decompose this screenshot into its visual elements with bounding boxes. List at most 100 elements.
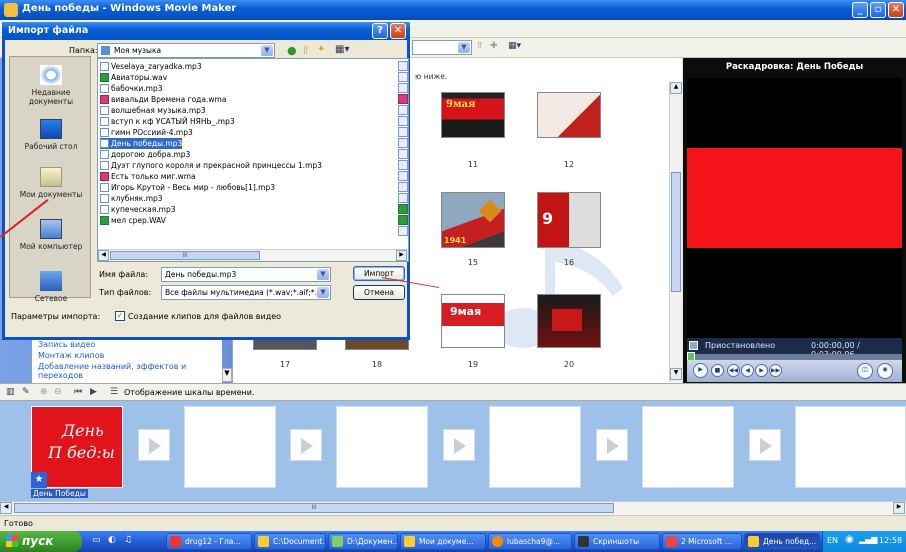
show-desktop-icon[interactable]: ▭	[92, 535, 101, 545]
back-icon[interactable]: ◀	[741, 364, 754, 377]
taskbar-button-moviemaker[interactable]: День побед...	[744, 533, 820, 550]
task-link-capture[interactable]: Запись видео	[38, 340, 95, 349]
file-list-item[interactable]: дорогою добра.mp3	[100, 149, 190, 160]
filename-input[interactable]: День победы.mp3 ▼	[161, 267, 331, 282]
filetype-dropdown[interactable]: Все файлы мультимедиа (*.wav;*.aif;*.a ▼	[161, 285, 331, 300]
quicklaunch-media-icon[interactable]: ♫	[124, 535, 132, 545]
storyboard-clip-empty[interactable]	[336, 406, 428, 488]
scroll-right-arrow[interactable]: ▶	[893, 502, 905, 514]
taskbar-button-documents[interactable]: Мои докуме...	[400, 533, 486, 550]
clip-thumbnail-20[interactable]	[537, 294, 601, 348]
quicklaunch-ie-icon[interactable]: ◐	[108, 535, 116, 545]
file-list-item[interactable]: Авиаторы.wav	[100, 72, 167, 83]
snapshot-icon[interactable]: ◉	[877, 363, 893, 379]
scroll-up-arrow[interactable]: ▲	[670, 82, 682, 94]
storyboard-menu-icon[interactable]: ▥	[6, 387, 15, 397]
minimize-button[interactable]: _	[852, 2, 868, 18]
new-folder-icon[interactable]: ✚	[490, 41, 502, 53]
transition-slot[interactable]	[596, 429, 628, 461]
help-button[interactable]: ?	[372, 23, 388, 39]
taskbar-button-mail[interactable]: lubascha9@...	[488, 533, 572, 550]
zoom-out-icon[interactable]: ⊖	[54, 387, 62, 397]
taskbar-button-folder[interactable]: C:\Document...	[254, 533, 326, 550]
place-network[interactable]: Сетевое	[10, 271, 92, 303]
storyboard-clip-1[interactable]: День П бед:ы ★	[31, 406, 123, 488]
timeline-icon[interactable]: ☰	[110, 387, 118, 397]
scroll-down-arrow[interactable]: ▼	[670, 368, 682, 380]
file-list-item[interactable]: День победы.mp3	[100, 138, 183, 149]
clip-thumbnail-12[interactable]	[537, 92, 601, 138]
file-list-item[interactable]: купеческая.mp3	[100, 204, 176, 215]
view-menu-icon[interactable]: ▦▾	[335, 44, 349, 55]
file-list-item[interactable]: вивальди Времена года.wma	[100, 94, 226, 105]
up-folder-icon[interactable]: ⇧	[476, 41, 488, 53]
scroll-left-arrow[interactable]: ◀	[98, 250, 109, 261]
taskbar-button-folder[interactable]: D:\Докумен...	[328, 533, 398, 550]
clip-thumbnail-19[interactable]: 9мая	[441, 294, 505, 348]
network-signal-icon[interactable]: ▂▄▆	[859, 535, 877, 544]
clip-thumbnail-16[interactable]: 9	[537, 192, 601, 248]
scroll-thumb[interactable]: III	[14, 503, 614, 513]
task-link-effects[interactable]: Добавление названий, эффектов и переходо…	[38, 362, 222, 380]
transition-slot[interactable]	[443, 429, 475, 461]
narrate-icon[interactable]: ✎	[22, 387, 30, 397]
rewind-storyboard-icon[interactable]: ⏮	[74, 387, 82, 397]
play-icon[interactable]: ▶	[693, 363, 708, 378]
play-storyboard-icon[interactable]: ▶	[90, 387, 97, 397]
previous-frame-icon[interactable]: ◀◀	[727, 364, 740, 377]
up-folder-icon[interactable]: ⇧	[301, 44, 310, 57]
clip-thumbnail-11[interactable]: 9мая	[441, 92, 505, 138]
file-list-item[interactable]: волшебная музыка.mp3	[100, 105, 206, 116]
file-list[interactable]: Veselaya_zaryadka.mp3 Авиаторы.wav бабочки…	[97, 58, 409, 262]
next-frame-icon[interactable]: ▶▶	[769, 364, 782, 377]
dialog-close-button[interactable]: ✕	[390, 23, 406, 39]
file-list-hscroll[interactable]: ◀ III ▶	[98, 249, 408, 261]
start-button[interactable]: пуск	[0, 531, 82, 552]
back-icon[interactable]: ●	[287, 44, 297, 57]
task-link-edit[interactable]: Монтаж клипов	[38, 351, 104, 360]
views-menu-icon[interactable]: ▦▾	[508, 41, 526, 53]
file-list-item[interactable]: Дуэт глупого короля и прекрасной принцес…	[100, 160, 322, 171]
scroll-thumb[interactable]: III	[110, 251, 260, 260]
taskbar-button-screenshots[interactable]: Скриншоты	[574, 533, 660, 550]
create-clips-checkbox[interactable]: ✓	[115, 311, 125, 321]
file-list-item[interactable]: гимн РОссиий-4.mp3	[100, 127, 193, 138]
file-list-item[interactable]: бабочки.mp3	[100, 83, 163, 94]
split-clip-icon[interactable]: ◫	[857, 363, 873, 379]
file-list-item[interactable]: Есть только миг.wma	[100, 171, 196, 182]
cancel-button[interactable]: Отмена	[353, 285, 405, 300]
close-button[interactable]: ✕	[888, 2, 904, 18]
taskbar-button-office[interactable]: 2 Microsoft ...	[662, 533, 742, 550]
taskpane-scroll-down[interactable]: ▼	[222, 368, 232, 382]
collection-scrollbar[interactable]: ▲ ▼	[669, 82, 682, 382]
forward-icon[interactable]: ▶	[755, 364, 768, 377]
stop-icon[interactable]: ■	[711, 364, 724, 377]
file-list-item[interactable]: мел срер.WAV	[100, 215, 166, 226]
show-timeline-link[interactable]: Отображение шкалы времени.	[124, 388, 254, 397]
file-list-item[interactable]: Veselaya_zaryadka.mp3	[100, 61, 202, 72]
language-indicator[interactable]: EN	[827, 536, 838, 545]
file-list-item[interactable]: клубняк.mp3	[100, 193, 163, 204]
storyboard-clip-empty[interactable]	[184, 406, 276, 488]
place-my-documents[interactable]: Мои документы	[10, 167, 92, 199]
file-list-item[interactable]: Игорь Крутой - Весь мир - любовь[1].mp3	[100, 182, 275, 193]
collections-dropdown[interactable]: ▼	[412, 40, 472, 55]
place-desktop[interactable]: Рабочий стол	[10, 119, 92, 151]
clip-thumbnail-15[interactable]: 1941	[441, 192, 505, 248]
transition-slot[interactable]	[138, 429, 170, 461]
transition-slot[interactable]	[749, 429, 781, 461]
zoom-in-icon[interactable]: ⊕	[40, 387, 48, 397]
scroll-right-arrow[interactable]: ▶	[396, 250, 407, 261]
scroll-left-arrow[interactable]: ◀	[0, 502, 12, 514]
place-my-computer[interactable]: Мой компьютер	[10, 219, 92, 251]
storyboard-clip-empty[interactable]	[795, 406, 906, 488]
storyboard-clip-empty[interactable]	[489, 406, 581, 488]
scroll-thumb[interactable]	[671, 172, 681, 292]
taskbar-button-browser[interactable]: drug12 - Гла...	[166, 533, 252, 550]
storyboard-scrollbar[interactable]: ◀ III ▶	[0, 501, 906, 515]
storyboard-clip-empty[interactable]	[642, 406, 734, 488]
maximize-button[interactable]: ▫	[870, 2, 886, 18]
new-folder-icon[interactable]: ✦	[317, 44, 325, 55]
volume-icon[interactable]: ◉	[845, 534, 854, 545]
file-list-item[interactable]: вступ к кф УСАТЫЙ НЯНЬ_.mp3	[100, 116, 235, 127]
